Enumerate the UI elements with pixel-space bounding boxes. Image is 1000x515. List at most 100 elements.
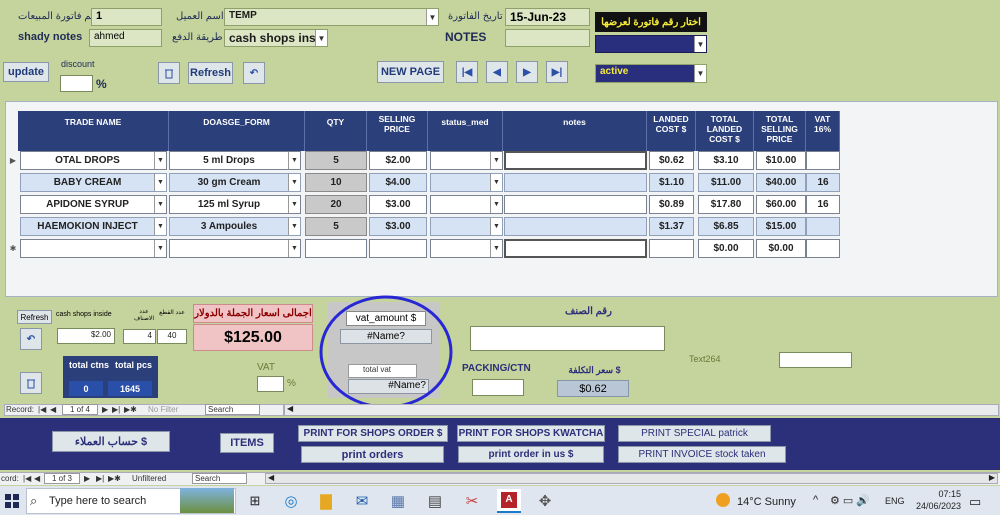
- chevron-down-icon[interactable]: ▼: [288, 240, 300, 257]
- dosage-form-cell[interactable]: 125 ml Syrup ▼: [169, 195, 301, 214]
- notes-cell[interactable]: [504, 195, 647, 214]
- chevron-down-icon[interactable]: ▼: [490, 240, 502, 257]
- print-order-us-button[interactable]: print order in us $: [458, 446, 604, 463]
- selling-price-cell[interactable]: [369, 239, 427, 258]
- price-field[interactable]: $2.00: [57, 328, 115, 344]
- print-special-button[interactable]: PRINT SPECIAL patrick: [618, 425, 771, 442]
- undo-icon[interactable]: ↶: [20, 328, 42, 350]
- invoice-no-field[interactable]: 1: [91, 8, 162, 26]
- item-no-field[interactable]: [470, 326, 665, 351]
- notes-cell[interactable]: [504, 173, 647, 192]
- notes-cell[interactable]: [504, 239, 647, 258]
- chevron-down-icon[interactable]: ▼: [694, 36, 706, 52]
- payment-method-combo[interactable]: cash shops ins ▼: [224, 29, 328, 47]
- language-indicator[interactable]: ENG: [885, 496, 905, 506]
- pieces-count-field[interactable]: 40: [157, 329, 187, 344]
- notification-icon[interactable]: ▭: [969, 494, 981, 510]
- chevron-down-icon[interactable]: ▼: [288, 174, 300, 191]
- selling-price-cell[interactable]: $3.00: [369, 217, 427, 236]
- discount-field[interactable]: [60, 75, 93, 92]
- notes-field[interactable]: [505, 29, 590, 47]
- trade-name-cell[interactable]: ▼: [20, 239, 167, 258]
- invoice-select-combo[interactable]: ▼: [595, 35, 707, 53]
- print-orders-button[interactable]: print orders: [301, 446, 444, 463]
- delete-icon[interactable]: [158, 62, 180, 84]
- snipping-tool-icon[interactable]: ✂: [460, 489, 484, 513]
- prev-record-icon[interactable]: ◀: [34, 474, 40, 483]
- invoice-date-field[interactable]: 15-Jun-23: [505, 8, 590, 26]
- selling-price-cell[interactable]: $4.00: [369, 173, 427, 192]
- new-record-icon[interactable]: ▶✱: [124, 405, 137, 414]
- first-record-icon[interactable]: |◀: [38, 405, 46, 414]
- refresh-button[interactable]: Refresh: [188, 62, 233, 84]
- trade-name-cell[interactable]: HAEMOKION INJECT ▼: [20, 217, 167, 236]
- access-icon[interactable]: A: [497, 489, 521, 513]
- qty-cell[interactable]: 20: [305, 195, 367, 214]
- tray-chevron-icon[interactable]: ^: [813, 494, 818, 506]
- chevron-down-icon[interactable]: ▼: [490, 174, 502, 191]
- last-record-icon[interactable]: ▶|: [546, 61, 568, 83]
- file-explorer-icon[interactable]: ▇: [314, 489, 338, 513]
- prev-record-icon[interactable]: ◀: [50, 405, 56, 414]
- app-icon[interactable]: ▦: [386, 489, 410, 513]
- vat-cell[interactable]: 16: [806, 173, 840, 192]
- notes-cell[interactable]: [504, 151, 647, 170]
- selling-price-cell[interactable]: $3.00: [369, 195, 427, 214]
- items-count-field[interactable]: 4: [123, 329, 156, 344]
- chevron-down-icon[interactable]: ▼: [694, 65, 706, 82]
- undo-icon[interactable]: ↶: [243, 62, 265, 84]
- task-view-icon[interactable]: ⊞: [243, 489, 267, 513]
- vat-cell[interactable]: [806, 239, 840, 258]
- selling-price-cell[interactable]: $2.00: [369, 151, 427, 170]
- clock-date[interactable]: 24/06/2023: [907, 501, 961, 511]
- qty-cell[interactable]: 5: [305, 151, 367, 170]
- next-record-icon[interactable]: ▶: [102, 405, 108, 414]
- chevron-down-icon[interactable]: ▼: [490, 196, 502, 213]
- chevron-down-icon[interactable]: ▼: [154, 240, 166, 257]
- shady-notes-field[interactable]: ahmed: [89, 29, 162, 47]
- qty-cell[interactable]: [305, 239, 367, 258]
- chevron-down-icon[interactable]: ▼: [315, 30, 327, 46]
- notes-cell[interactable]: [504, 217, 647, 236]
- vat-cell[interactable]: [806, 151, 840, 170]
- trade-name-cell[interactable]: BABY CREAM ▼: [20, 173, 167, 192]
- first-record-icon[interactable]: |◀: [456, 61, 478, 83]
- tray-icons[interactable]: ⚙ ▭ 🔊: [830, 494, 870, 507]
- unfiltered-label[interactable]: Unfiltered: [132, 474, 166, 483]
- packing-field[interactable]: [472, 379, 524, 396]
- outer-record-current[interactable]: 1 of 3: [44, 473, 80, 484]
- chevron-down-icon[interactable]: ▼: [288, 218, 300, 235]
- first-record-icon[interactable]: |◀: [23, 474, 31, 483]
- print-shops-order-button[interactable]: PRINT FOR SHOPS ORDER $: [298, 425, 448, 442]
- last-record-icon[interactable]: ▶|: [96, 474, 104, 483]
- new-page-button[interactable]: NEW PAGE: [377, 61, 444, 83]
- chevron-down-icon[interactable]: ▼: [154, 218, 166, 235]
- text264-field[interactable]: [779, 352, 852, 368]
- trade-name-cell[interactable]: OTAL DROPS ▼: [20, 151, 167, 170]
- status-combo[interactable]: active ▼: [595, 64, 707, 83]
- windows-start-icon[interactable]: [0, 489, 24, 513]
- delete-icon[interactable]: [20, 372, 42, 394]
- vat-cell[interactable]: [806, 217, 840, 236]
- status-med-cell[interactable]: ▼: [430, 239, 503, 258]
- outer-horizontal-scrollbar[interactable]: ◀ ▶: [265, 473, 998, 484]
- no-filter-label[interactable]: No Filter: [148, 405, 178, 414]
- dosage-form-cell[interactable]: 3 Ampoules ▼: [169, 217, 301, 236]
- chevron-down-icon[interactable]: ▼: [288, 196, 300, 213]
- calculator-icon[interactable]: ▤: [423, 489, 447, 513]
- prev-record-icon[interactable]: ◀: [486, 61, 508, 83]
- chevron-down-icon[interactable]: ▼: [490, 218, 502, 235]
- status-med-cell[interactable]: ▼: [430, 217, 503, 236]
- qty-cell[interactable]: 5: [305, 217, 367, 236]
- chevron-down-icon[interactable]: ▼: [426, 9, 438, 25]
- update-button[interactable]: update: [3, 62, 49, 82]
- vat-cell[interactable]: 16: [806, 195, 840, 214]
- outer-search-input[interactable]: Search: [192, 473, 247, 484]
- edge-icon[interactable]: ◎: [279, 489, 303, 513]
- app-icon[interactable]: ✥: [533, 489, 557, 513]
- chevron-down-icon[interactable]: ▼: [288, 152, 300, 169]
- chevron-down-icon[interactable]: ▼: [154, 152, 166, 169]
- mail-icon[interactable]: ✉: [350, 489, 374, 513]
- status-med-cell[interactable]: ▼: [430, 195, 503, 214]
- weather-text[interactable]: 14°C Sunny: [737, 496, 796, 508]
